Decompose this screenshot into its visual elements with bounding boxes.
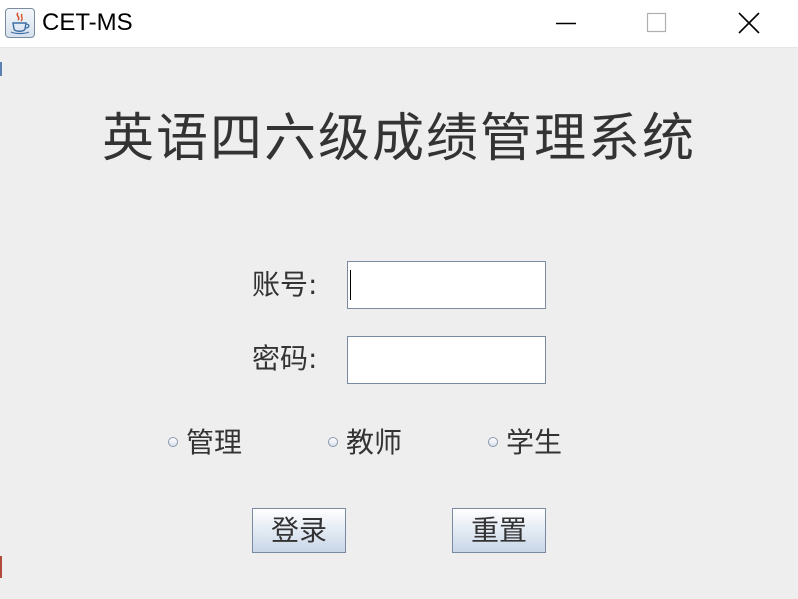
radio-circle-icon[interactable] <box>168 437 178 447</box>
reset-button[interactable]: 重置 <box>452 508 546 553</box>
login-button[interactable]: 登录 <box>252 508 346 553</box>
maximize-icon <box>646 12 667 33</box>
close-button[interactable] <box>702 0 794 47</box>
window-title: CET-MS <box>42 9 133 36</box>
role-label-teacher: 教师 <box>346 426 403 459</box>
role-label-admin: 管理 <box>186 426 243 459</box>
minimize-button[interactable] <box>520 0 612 47</box>
role-label-student: 学生 <box>506 426 563 459</box>
close-icon <box>738 12 760 34</box>
minimize-icon <box>556 22 576 25</box>
java-cup-icon[interactable] <box>5 8 35 38</box>
radio-circle-icon[interactable] <box>328 437 338 447</box>
window-edge-mark <box>0 62 2 76</box>
account-input[interactable] <box>347 261 546 309</box>
login-window: CET-MS 英语四六级成绩管理系统 账号: 密码: 管理 教师 学生 登录 重… <box>0 0 798 599</box>
text-cursor <box>350 270 351 300</box>
account-label: 账号: <box>252 268 318 301</box>
window-edge-mark <box>0 556 2 578</box>
system-heading: 英语四六级成绩管理系统 <box>101 109 696 169</box>
password-label: 密码: <box>252 342 318 375</box>
password-input[interactable] <box>347 336 546 384</box>
title-bar[interactable]: CET-MS <box>0 0 798 48</box>
maximize-button[interactable] <box>610 0 702 47</box>
radio-circle-icon[interactable] <box>488 437 498 447</box>
